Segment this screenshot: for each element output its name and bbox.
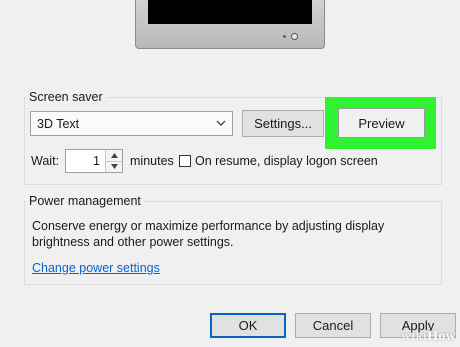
on-resume-label[interactable]: On resume, display logon screen [195,154,378,168]
monitor-indicator-icon [283,35,286,38]
wait-label: Wait: [31,154,60,168]
preview-button-label: Preview [358,115,405,131]
monitor-power-icon [291,33,298,40]
screen-saver-dropdown[interactable]: 3D Text [30,111,233,136]
preview-button[interactable]: Preview [338,108,425,138]
change-power-settings-link[interactable]: Change power settings [32,261,160,275]
wait-minutes-value: 1 [93,154,100,168]
settings-button[interactable]: Settings... [242,110,324,137]
wait-minutes-stepper[interactable]: 1 [65,149,123,173]
monitor-screen [148,0,312,24]
power-description-line1: Conserve energy or maximize performance … [32,219,385,233]
power-description-line2: brightness and other power settings. [32,235,234,249]
monitor-preview [135,0,325,49]
power-management-group-title: Power management [26,194,144,208]
chevron-up-icon [110,153,118,158]
screen-saver-dropdown-value: 3D Text [37,117,80,131]
minutes-label: minutes [130,154,174,168]
ok-button-label: OK [238,318,258,333]
stepper-down-button[interactable] [106,161,122,172]
wikihow-watermark: wikiHow [401,329,456,345]
screen-saver-group-title: Screen saver [26,90,106,104]
cancel-button-label: Cancel [312,318,354,333]
watermark-wiki: wiki [401,329,428,344]
on-resume-checkbox[interactable] [179,155,191,167]
watermark-how: How [427,329,456,344]
cancel-button[interactable]: Cancel [295,313,371,338]
ok-button[interactable]: OK [210,313,286,338]
stepper-buttons [105,150,122,172]
chevron-down-small-icon [110,164,118,169]
settings-button-label: Settings... [254,116,312,131]
chevron-down-icon [216,120,226,126]
